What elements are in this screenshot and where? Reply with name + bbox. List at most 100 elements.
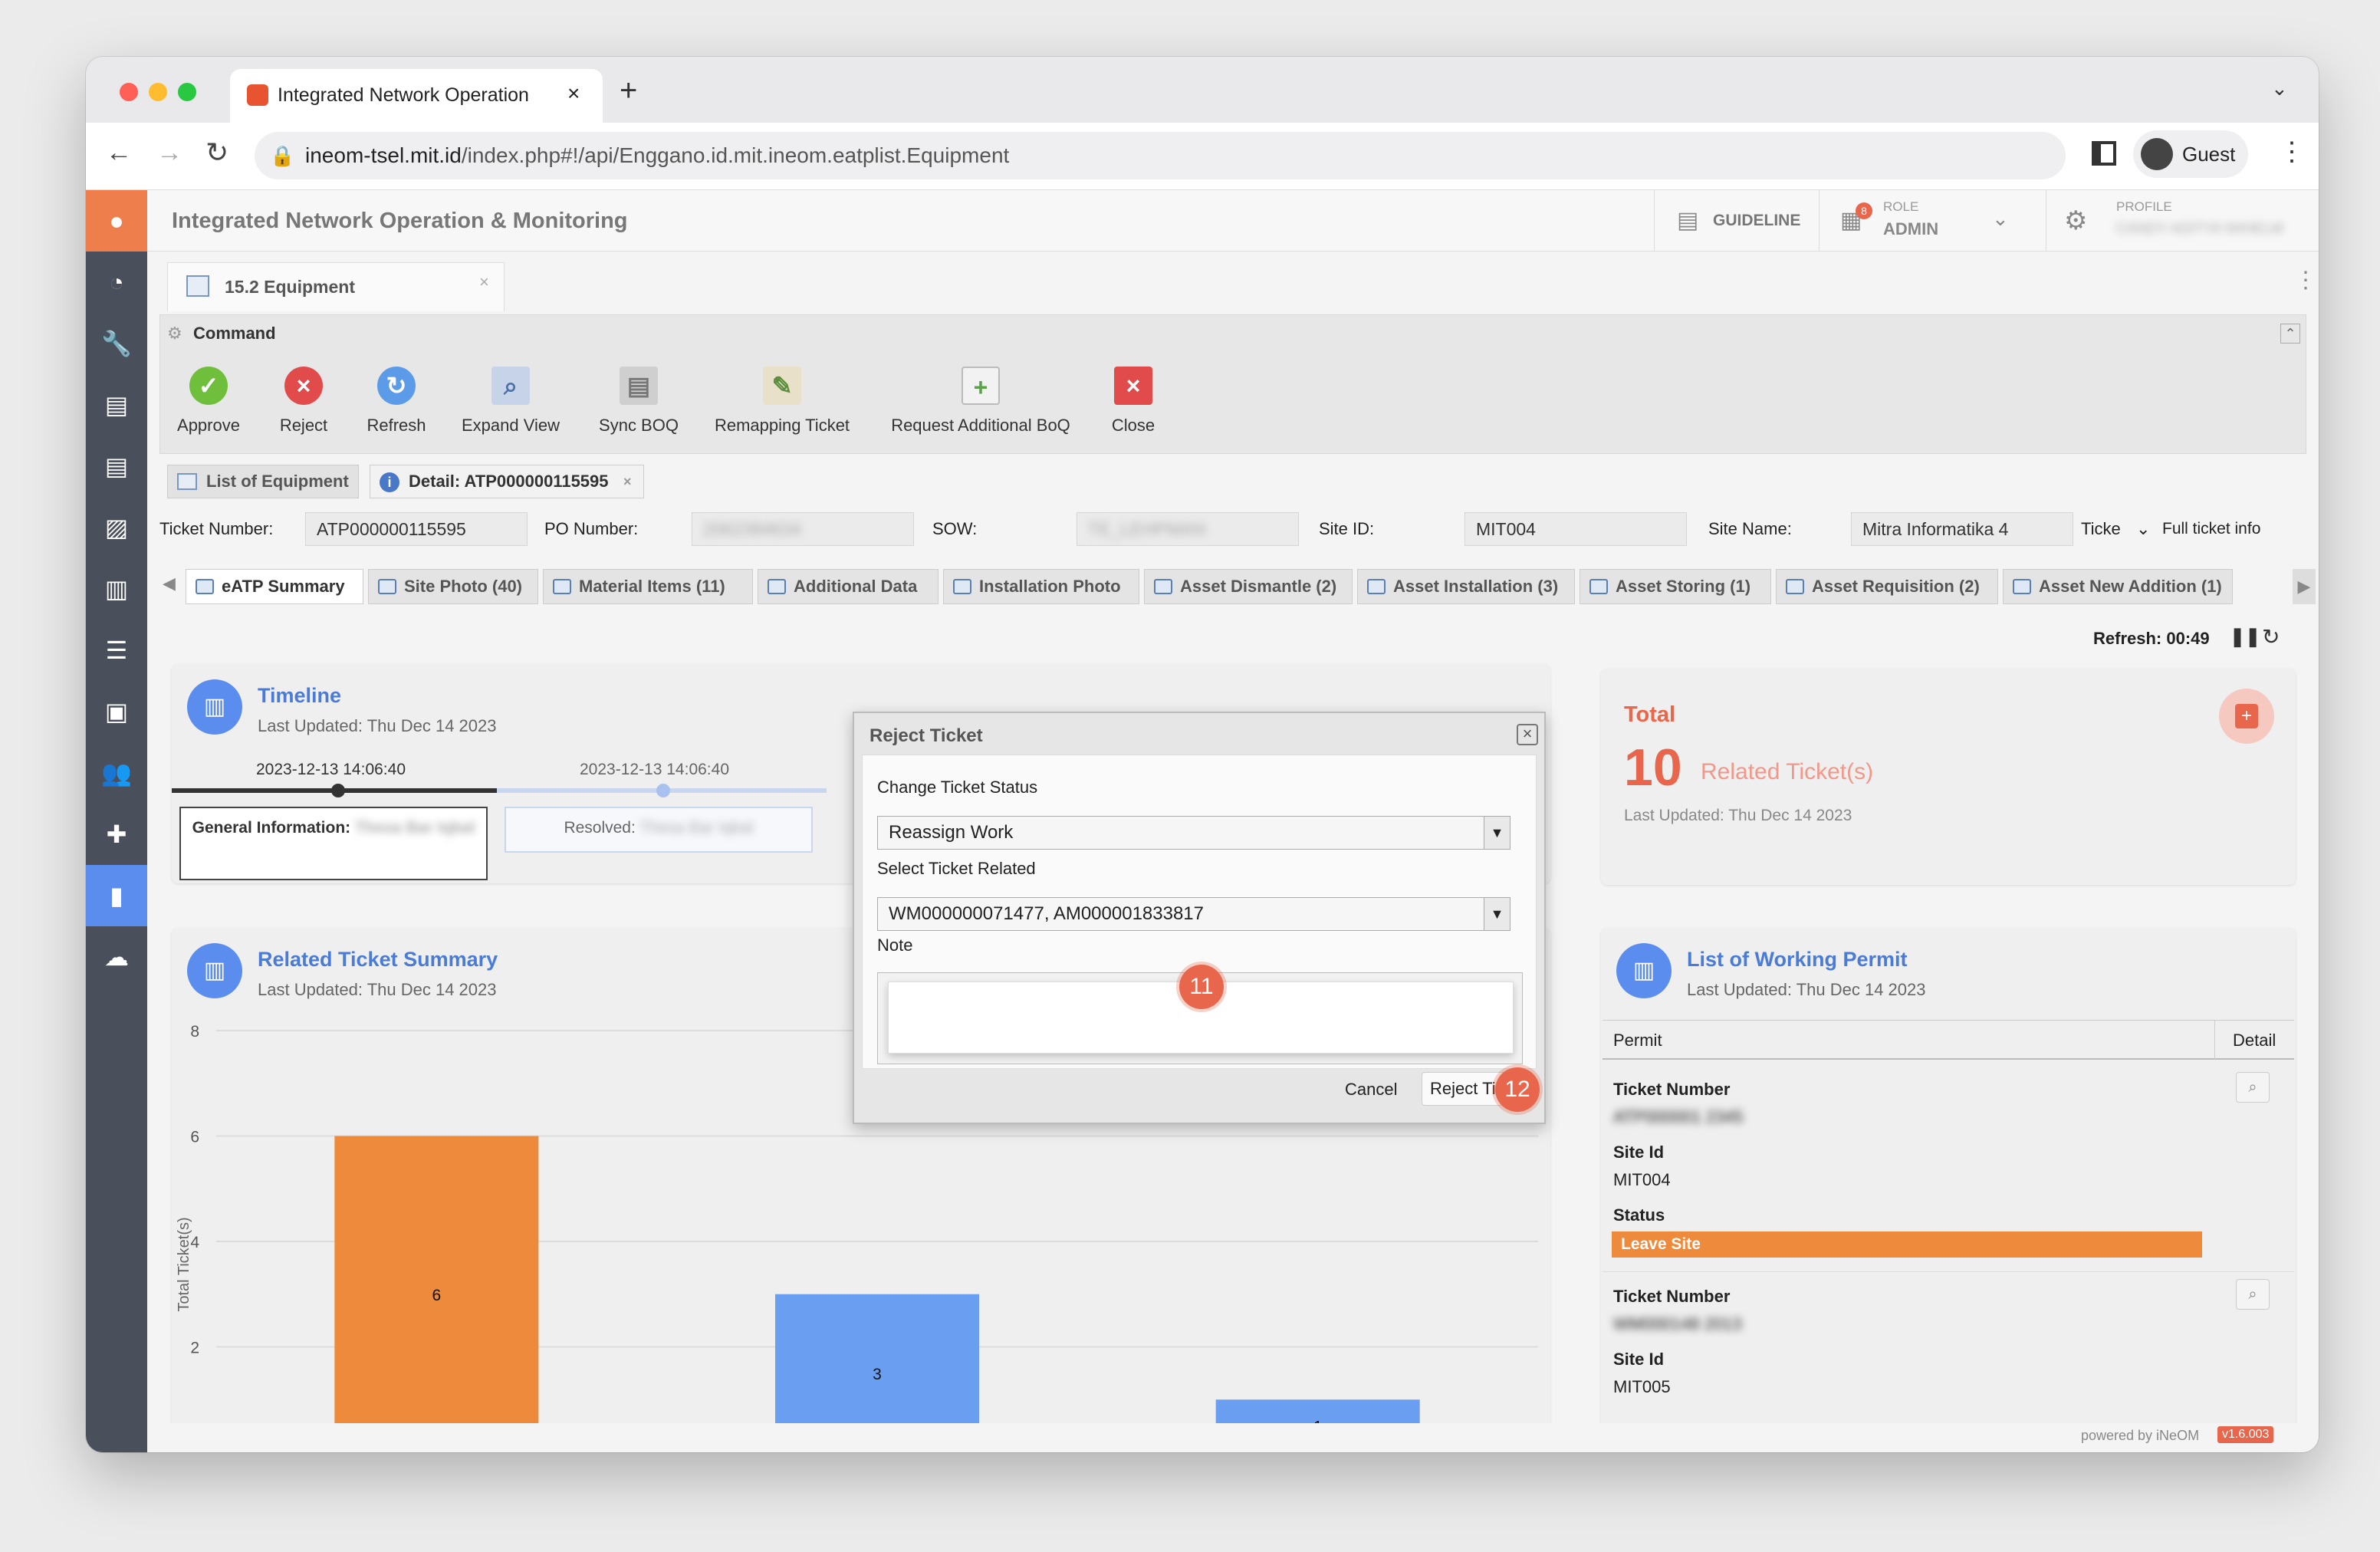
- tab-installation-photo[interactable]: Installation Photo: [943, 569, 1139, 604]
- address-bar[interactable]: 🔒 ineom-tsel.mit.id/index.php#!/api/Engg…: [255, 132, 2066, 179]
- tabs-scroll-left-icon[interactable]: ◀: [163, 574, 176, 594]
- permit-status-badge: Leave Site: [1612, 1231, 2202, 1258]
- close-tab-icon[interactable]: ×: [567, 81, 580, 106]
- browser-menu-icon[interactable]: ⋮: [2279, 136, 2305, 167]
- command-gear-icon: ⚙: [167, 324, 182, 343]
- sow-field[interactable]: TE_LEHPMAN: [1077, 512, 1299, 546]
- sidebar-cloud-icon[interactable]: ☁: [86, 926, 147, 988]
- guideline-button[interactable]: GUIDELINE: [1713, 212, 1800, 230]
- reject-button[interactable]: × Reject: [265, 367, 342, 436]
- page-tab-equipment[interactable]: 15.2 Equipment ×: [167, 262, 505, 311]
- tab-asset-installation[interactable]: Asset Installation (3): [1357, 569, 1575, 604]
- browser-tab[interactable]: Integrated Network Operation ×: [230, 69, 603, 123]
- sidebar: ● ◔ 🔧 ▤ ▤ ▨ ▥ ☰ ▣ 👥 ✚ ▮ ☁: [86, 190, 147, 1452]
- forward-icon[interactable]: →: [156, 138, 182, 168]
- close-page-tab-icon[interactable]: ×: [479, 272, 489, 292]
- sidebar-report-icon[interactable]: ▤: [86, 436, 147, 497]
- back-icon[interactable]: ←: [106, 138, 132, 168]
- sidebar-server-icon[interactable]: ☰: [86, 620, 147, 681]
- sidebar-archive-icon[interactable]: ▣: [86, 681, 147, 742]
- add-doc-icon: +: [962, 367, 1000, 405]
- site-name-label: Site Name:: [1708, 519, 1792, 538]
- profile-button[interactable]: Guest: [2133, 130, 2248, 178]
- sidebar-store-icon[interactable]: ▥: [86, 558, 147, 620]
- refresh-countdown: Refresh: 00:49: [2093, 629, 2210, 648]
- site-id-field[interactable]: MIT004: [1464, 512, 1687, 546]
- sidebar-book-icon[interactable]: ▮: [86, 865, 147, 926]
- timeline-box-resolved[interactable]: Resolved: Thesa Bar Iqbal: [505, 807, 813, 853]
- sidebar-users-icon[interactable]: 👥: [86, 742, 147, 804]
- tab-asset-storing[interactable]: Asset Storing (1): [1580, 569, 1771, 604]
- po-number-field[interactable]: 2062384634: [692, 512, 914, 546]
- close-button[interactable]: × Close: [1095, 367, 1172, 436]
- url-path: /index.php#!/api/Enggano.id.mit.ineom.ea…: [461, 143, 1010, 167]
- sidebar-puzzle-icon[interactable]: ✚: [86, 804, 147, 865]
- full-info-chevron-icon[interactable]: ⌄: [2136, 512, 2150, 546]
- cancel-button[interactable]: Cancel: [1345, 1080, 1397, 1100]
- ticket-status-select[interactable]: Reassign Work ▼: [877, 816, 1511, 850]
- app-logo-icon[interactable]: ●: [86, 190, 147, 252]
- calendar-icon: [186, 275, 209, 297]
- reload-data-icon[interactable]: ↻: [2262, 624, 2280, 649]
- sync-boq-button[interactable]: ▤ Sync BOQ: [590, 367, 687, 436]
- role-badge: 8: [1856, 202, 1872, 219]
- permit-detail-search-icon-2[interactable]: ⌕: [2236, 1279, 2270, 1310]
- related-ticket-select[interactable]: WM000000071477, AM000001833817 ▼: [877, 897, 1511, 931]
- sidebar-tools-icon[interactable]: 🔧: [86, 313, 147, 374]
- permit-detail-search-icon[interactable]: ⌕: [2236, 1072, 2270, 1103]
- ticket-number-field[interactable]: ATP000000115595: [305, 512, 528, 546]
- tab-additional-data[interactable]: Additional Data: [758, 569, 939, 604]
- tab-asset-new-addition[interactable]: Asset New Addition (1): [2003, 569, 2233, 604]
- pencil-icon: ✎: [763, 367, 801, 405]
- close-subtab-icon[interactable]: ×: [623, 465, 632, 498]
- remapping-ticket-button[interactable]: ✎ Remapping Ticket: [705, 367, 859, 436]
- reload-icon[interactable]: ↻: [205, 136, 228, 169]
- photo-icon: [378, 579, 396, 594]
- related-title: Related Ticket Summary: [258, 948, 498, 971]
- sidebar-image-icon[interactable]: ▨: [86, 497, 147, 558]
- tab-site-photo[interactable]: Site Photo (40): [368, 569, 538, 604]
- step-badge-12: 12: [1495, 1067, 1540, 1112]
- avatar-icon: [2141, 138, 2173, 170]
- role-value[interactable]: ADMIN: [1883, 219, 1938, 239]
- close-window-button[interactable]: [120, 83, 138, 101]
- tab-list-chevron-icon[interactable]: ⌄: [2271, 77, 2288, 100]
- installation-photo-icon: [953, 579, 971, 594]
- approve-button[interactable]: ✓ Approve: [170, 367, 247, 436]
- permit-site-id-2: MIT005: [1613, 1377, 1671, 1396]
- settings-gear-icon[interactable]: ⚙: [2064, 206, 2087, 236]
- guideline-icon[interactable]: ▤: [1677, 207, 1698, 234]
- expand-view-button[interactable]: ⌕ Expand View: [449, 367, 572, 436]
- permit-title: List of Working Permit: [1687, 948, 1908, 971]
- version-badge: v1.6.003: [2217, 1426, 2274, 1443]
- maximize-window-button[interactable]: [178, 83, 196, 101]
- tabs-scroll-right-icon[interactable]: ▶: [2293, 569, 2316, 604]
- sidebar-dashboard-icon[interactable]: ◔: [86, 252, 147, 313]
- site-name-field[interactable]: Mitra Informatika 4: [1851, 512, 2073, 546]
- sidebar-clipboard-icon[interactable]: ▤: [86, 374, 147, 436]
- collapse-command-icon[interactable]: ⌃: [2280, 324, 2300, 344]
- tab-asset-requisition[interactable]: Asset Requisition (2): [1776, 569, 1998, 604]
- tab-eatp-summary[interactable]: eATP Summary: [186, 569, 363, 604]
- tab-material-items[interactable]: Material Items (11): [543, 569, 753, 604]
- permit-ticket-number-label: Ticket Number: [1613, 1080, 1731, 1099]
- dialog-close-icon[interactable]: ×: [1517, 724, 1538, 745]
- sidebar-toggle-icon[interactable]: [2092, 141, 2116, 166]
- subtab-detail[interactable]: i Detail: ATP000000115595 ×: [370, 465, 644, 498]
- app-title: Integrated Network Operation & Monitorin…: [172, 209, 628, 233]
- related-updated: Last Updated: Thu Dec 14 2023: [258, 980, 497, 999]
- request-additional-boq-button[interactable]: + Request Additional BoQ: [879, 367, 1083, 436]
- subtab-list-of-equipment[interactable]: List of Equipment: [167, 465, 359, 498]
- full-ticket-info-link[interactable]: Full ticket info: [2162, 512, 2260, 546]
- page-menu-icon[interactable]: ⋮: [2294, 267, 2317, 294]
- timeline-box-general[interactable]: General Information: Thesa Bar Iqbal: [179, 807, 488, 880]
- pause-icon[interactable]: ❚❚: [2230, 626, 2260, 648]
- profile-value[interactable]: CANDY ADITYA WIHELM: [2116, 221, 2283, 238]
- new-tab-icon[interactable]: +: [620, 74, 637, 108]
- role-chevron-down-icon[interactable]: ⌄: [1992, 207, 2009, 231]
- permit-col-detail: Detail: [2233, 1031, 2276, 1050]
- tab-asset-dismantle[interactable]: Asset Dismantle (2): [1144, 569, 1353, 604]
- timeline-node-2: [656, 784, 670, 797]
- minimize-window-button[interactable]: [149, 83, 167, 101]
- refresh-button[interactable]: ↻ Refresh: [354, 367, 439, 436]
